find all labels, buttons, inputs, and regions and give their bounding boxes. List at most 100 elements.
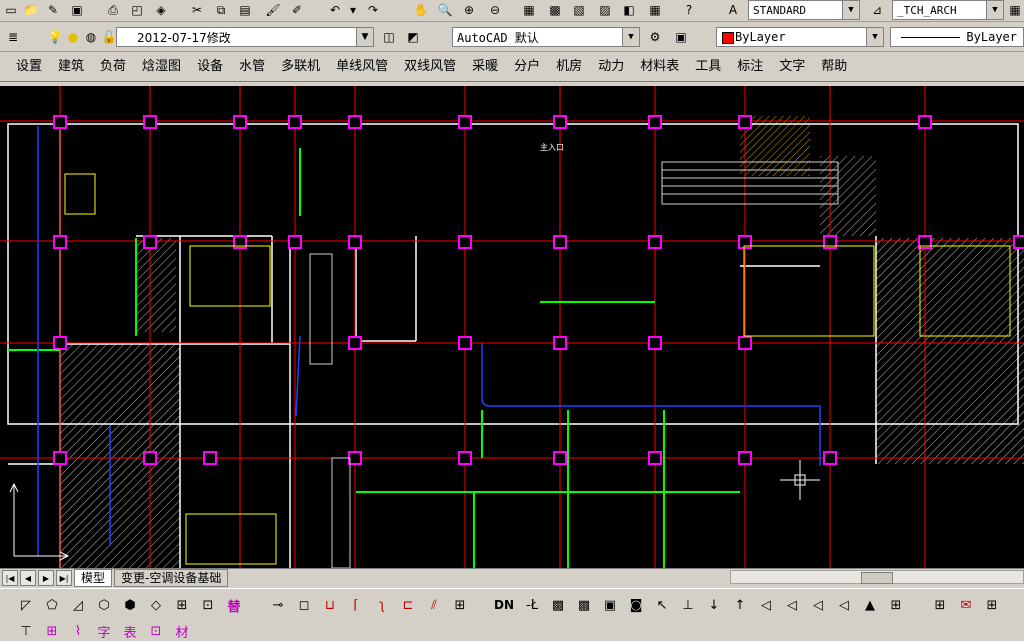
replace-icon[interactable]: 替: [224, 595, 244, 615]
tool-icon[interactable]: ⌇: [68, 621, 88, 641]
duct-tool-icon[interactable]: ⫽: [424, 595, 444, 615]
menu-item[interactable]: 标注: [729, 52, 771, 82]
linetype-select[interactable]: ByLayer: [890, 27, 1024, 47]
duct-tool-icon[interactable]: ⊔: [320, 595, 340, 615]
new-file-icon[interactable]: ▭: [2, 1, 20, 19]
menu-item[interactable]: 文字: [771, 52, 813, 82]
cut-icon[interactable]: ✂: [188, 1, 206, 19]
pipe-tool-icon[interactable]: ▩: [548, 595, 568, 615]
publish-icon[interactable]: ◈: [152, 1, 170, 19]
calculator-icon[interactable]: ▦: [646, 1, 664, 19]
box-tool-icon[interactable]: ⊡: [198, 595, 218, 615]
paste-icon[interactable]: ▤: [236, 1, 254, 19]
zoom-previous-icon[interactable]: ⊖: [486, 1, 504, 19]
tool-palette-icon[interactable]: ▧: [570, 1, 588, 19]
freeze-viewport-icon[interactable]: ◍: [82, 28, 100, 46]
menu-item[interactable]: 帮助: [813, 52, 855, 82]
material-icon[interactable]: 材: [172, 621, 192, 641]
properties-icon[interactable]: ▦: [520, 1, 538, 19]
workspace-select[interactable]: AutoCAD 默认 ▼: [452, 27, 640, 47]
tool-icon[interactable]: ⊤: [16, 621, 36, 641]
pipe-tool-icon[interactable]: ↖: [652, 595, 672, 615]
shape-icon[interactable]: ⬡: [94, 595, 114, 615]
workspace-settings-icon[interactable]: ⚙: [646, 28, 664, 46]
menu-item[interactable]: 材料表: [632, 52, 687, 82]
rect-tool-icon[interactable]: ◻: [294, 595, 314, 615]
shape-icon[interactable]: ◿: [68, 595, 88, 615]
copy-icon[interactable]: ⧉: [212, 1, 230, 19]
hatch-tool-icon[interactable]: ⊞: [172, 595, 192, 615]
table-style-icon[interactable]: ▦: [1006, 1, 1024, 19]
print-icon[interactable]: ⎙: [104, 1, 122, 19]
workspace-save-icon[interactable]: ▣: [672, 28, 690, 46]
pan-icon[interactable]: ✋: [412, 1, 430, 19]
pipe-tool-icon[interactable]: ◁: [834, 595, 854, 615]
menu-item[interactable]: 双线风管: [396, 52, 464, 82]
pentagon-icon[interactable]: ⬠: [42, 595, 62, 615]
menu-item[interactable]: 设备: [189, 52, 231, 82]
menu-item[interactable]: 动力: [590, 52, 632, 82]
make-current-layer-icon[interactable]: ◫: [380, 28, 398, 46]
table-icon[interactable]: 表: [120, 621, 140, 641]
duct-tool-icon[interactable]: ʅ: [372, 595, 392, 615]
zoom-window-icon[interactable]: ⊕: [460, 1, 478, 19]
undo-dropdown-icon[interactable]: ▾: [344, 1, 362, 19]
text-style-select[interactable]: STANDARD ▼: [748, 0, 860, 20]
menu-item[interactable]: 焓湿图: [134, 52, 189, 82]
tool-icon[interactable]: ⊡: [146, 621, 166, 641]
pipe-tool-icon[interactable]: ↑: [730, 595, 750, 615]
duct-tool-icon[interactable]: ⌈: [346, 595, 366, 615]
help-icon[interactable]: ?: [680, 1, 698, 19]
pipe-tool-icon[interactable]: ▲: [860, 595, 880, 615]
open-folder-icon[interactable]: 📁: [22, 1, 40, 19]
sun-icon[interactable]: ●: [64, 28, 82, 46]
menu-item[interactable]: 水管: [231, 52, 273, 82]
scrollbar-thumb[interactable]: [861, 572, 893, 584]
tool-icon[interactable]: ⊞: [42, 621, 62, 641]
pipe-tool-icon[interactable]: ▩: [574, 595, 594, 615]
undo-icon[interactable]: ↶: [326, 1, 344, 19]
horizontal-scrollbar[interactable]: [730, 570, 1024, 584]
tool-icon[interactable]: ⊞: [982, 595, 1002, 615]
layer-previous-icon[interactable]: ◩: [404, 28, 422, 46]
zoom-realtime-icon[interactable]: 🔍: [436, 1, 454, 19]
prev-tab-icon[interactable]: ◀: [20, 570, 36, 586]
color-select[interactable]: ByLayer ▼: [716, 27, 884, 47]
pipe-tool-icon[interactable]: -Ł: [522, 595, 542, 615]
next-tab-icon[interactable]: ▶: [38, 570, 54, 586]
layer-manager-icon[interactable]: ≣: [4, 28, 22, 46]
menu-item[interactable]: 多联机: [273, 52, 328, 82]
duct-tool-icon[interactable]: ⊞: [450, 595, 470, 615]
tab-layout[interactable]: 变更-空调设备基础: [114, 569, 229, 587]
pipe-tool-icon[interactable]: ⊞: [886, 595, 906, 615]
redo-icon[interactable]: ↷: [364, 1, 382, 19]
polyline-icon[interactable]: ◸: [16, 595, 36, 615]
match-properties-icon[interactable]: 🖌: [264, 1, 282, 19]
dn-label-icon[interactable]: DN: [494, 595, 514, 615]
pipe-tool-icon[interactable]: ↓: [704, 595, 724, 615]
text-style-icon[interactable]: A: [724, 1, 742, 19]
duct-tool-icon[interactable]: ⊏: [398, 595, 418, 615]
save-icon[interactable]: ▣: [68, 1, 86, 19]
markup-icon[interactable]: ◧: [620, 1, 638, 19]
menu-item[interactable]: 负荷: [92, 52, 134, 82]
mail-icon[interactable]: ✉: [956, 595, 976, 615]
menu-item[interactable]: 工具: [687, 52, 729, 82]
brush-icon[interactable]: ✐: [288, 1, 306, 19]
edit-icon[interactable]: ✎: [44, 1, 62, 19]
pipe-tool-icon[interactable]: ◙: [626, 595, 646, 615]
menu-item[interactable]: 单线风管: [328, 52, 396, 82]
fp-tool-icon[interactable]: ⊞: [930, 595, 950, 615]
menu-item[interactable]: 建筑: [50, 52, 92, 82]
menu-item[interactable]: 采暖: [464, 52, 506, 82]
dim-style-icon[interactable]: ⊿: [868, 1, 886, 19]
sheet-set-icon[interactable]: ▨: [596, 1, 614, 19]
design-center-icon[interactable]: ▩: [546, 1, 564, 19]
shape-icon[interactable]: ◇: [146, 595, 166, 615]
lightbulb-icon[interactable]: 💡: [46, 28, 64, 46]
tab-model[interactable]: 模型: [74, 569, 113, 587]
first-tab-icon[interactable]: |◀: [2, 570, 18, 586]
pipe-tool-icon[interactable]: ⊥: [678, 595, 698, 615]
preview-icon[interactable]: ◰: [128, 1, 146, 19]
pipe-tool-icon[interactable]: ▣: [600, 595, 620, 615]
